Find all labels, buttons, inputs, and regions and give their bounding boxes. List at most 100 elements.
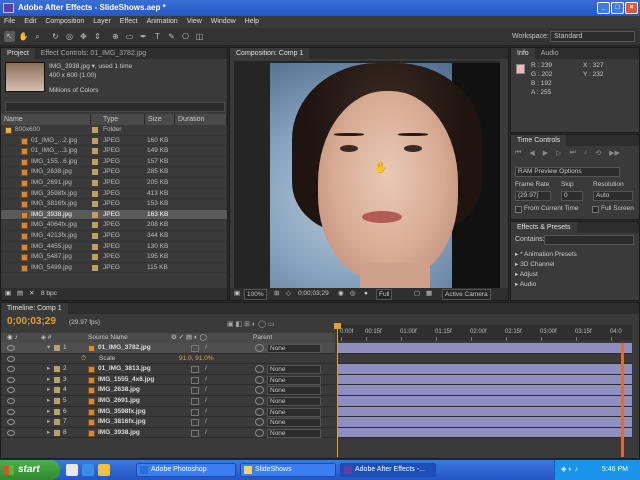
- stopwatch-icon[interactable]: ⏱: [81, 354, 86, 365]
- taskbar-item-slideshows[interactable]: SlideShows: [240, 463, 336, 477]
- selection-tool-icon[interactable]: ↖: [4, 31, 15, 42]
- channel-icon[interactable]: ●: [364, 288, 368, 300]
- quality-switch-icon[interactable]: /: [205, 417, 207, 428]
- quality-switch-icon[interactable]: /: [205, 385, 207, 396]
- twirl-closed-icon[interactable]: ▸: [47, 375, 50, 386]
- first-frame-icon[interactable]: ⏮: [515, 149, 521, 157]
- tab-time-controls[interactable]: Time Controls: [511, 135, 567, 146]
- time-ruler[interactable]: 0:00f 00:15f 01:00f 01:15f 02:00f 02:15f…: [338, 325, 632, 341]
- eye-icon[interactable]: [7, 387, 15, 394]
- project-item-row[interactable]: 01_IMG_...3.jpg JPEG 149 KB: [1, 146, 227, 157]
- timeline-layer-row[interactable]: ▸ 8 IMG_3938.jpg / None: [1, 427, 335, 439]
- label-color-swatch[interactable]: [54, 376, 60, 383]
- previous-frame-icon[interactable]: ◀: [529, 149, 534, 157]
- layer-duration-bar[interactable]: [338, 374, 632, 386]
- tab-timeline[interactable]: Timeline: Comp 1: [1, 303, 68, 314]
- pickwhip-icon[interactable]: [255, 418, 264, 427]
- timeline-layer-row[interactable]: ▸ 2 01_IMG_3813.jpg / None: [1, 364, 335, 375]
- safe-zones-icon[interactable]: ⊞: [274, 288, 279, 300]
- resolution-dropdown[interactable]: Auto: [593, 191, 633, 201]
- type-tool-icon[interactable]: T: [152, 31, 163, 42]
- composition-viewer[interactable]: ✋: [234, 61, 500, 289]
- timeline-layer-row[interactable]: ▸ 7 IMG_3816fx.jpg / None: [1, 417, 335, 428]
- quality-switch-icon[interactable]: /: [205, 343, 207, 354]
- effects-category[interactable]: ▸ Adjust: [515, 270, 538, 278]
- source-name-header[interactable]: Source Name: [88, 333, 128, 343]
- workspace-dropdown[interactable]: Standard: [550, 31, 635, 42]
- new-comp-icon[interactable]: ▤: [17, 288, 23, 300]
- project-folder-row[interactable]: 800x600 Folder: [1, 125, 227, 136]
- skip-dropdown[interactable]: 0: [561, 191, 583, 201]
- layer-name[interactable]: IMG_3598fx.jpg: [98, 407, 146, 418]
- pickwhip-icon[interactable]: [255, 344, 264, 352]
- quality-switch-icon[interactable]: /: [205, 364, 207, 375]
- pan-behind-tool-icon[interactable]: ⊕: [110, 31, 121, 42]
- pickwhip-icon[interactable]: [255, 428, 264, 437]
- brush-tool-icon[interactable]: ✎: [166, 31, 177, 42]
- column-size[interactable]: Size: [145, 114, 175, 125]
- taskbar-item-photoshop[interactable]: Adobe Photoshop: [136, 463, 236, 477]
- tab-effects-presets[interactable]: Effects & Presets: [511, 222, 577, 233]
- label-color-swatch[interactable]: [92, 127, 98, 133]
- zoom-tool-icon[interactable]: ⌕: [32, 31, 43, 42]
- always-preview-icon[interactable]: ▣: [234, 288, 240, 300]
- label-color-swatch[interactable]: [54, 419, 60, 426]
- layer-name[interactable]: IMG_3938.jpg: [98, 428, 140, 439]
- new-folder-icon[interactable]: ▣: [5, 288, 11, 300]
- timeline-layer-row[interactable]: ▸ 5 IMG_2691.jpg / None: [1, 395, 335, 407]
- project-search-input[interactable]: [5, 102, 225, 112]
- menu-help[interactable]: Help: [245, 16, 259, 28]
- project-item-row[interactable]: IMG_3816fx.jpg JPEG 153 KB: [1, 199, 227, 210]
- label-header-icon[interactable]: ◈ #: [41, 333, 51, 343]
- camera-dropdown[interactable]: Active Camera: [442, 289, 491, 300]
- shy-switch[interactable]: [191, 429, 199, 437]
- layer-name[interactable]: 01_IMG_3782.jpg: [98, 343, 151, 354]
- media-player-icon[interactable]: [98, 464, 110, 476]
- parent-dropdown[interactable]: None: [267, 386, 321, 396]
- eye-icon[interactable]: [7, 408, 15, 415]
- parent-header[interactable]: Parent: [253, 333, 272, 343]
- layer-name[interactable]: IMG_2691.jpg: [98, 396, 140, 407]
- pickwhip-icon[interactable]: [255, 386, 264, 395]
- twirl-closed-icon[interactable]: ▸: [47, 396, 50, 407]
- label-color-swatch[interactable]: [54, 429, 60, 436]
- region-of-interest-icon[interactable]: ▢: [414, 288, 420, 300]
- menu-animation[interactable]: Animation: [147, 16, 178, 28]
- shy-switch[interactable]: [191, 366, 199, 374]
- pickwhip-icon[interactable]: [255, 396, 264, 405]
- parent-dropdown[interactable]: None: [267, 375, 321, 385]
- rectangle-mask-tool-icon[interactable]: ▭: [124, 31, 135, 42]
- project-item-row[interactable]: IMG_5499.jpg JPEG 115 KB: [1, 263, 227, 274]
- label-color-swatch[interactable]: [54, 387, 60, 394]
- resolution-dropdown[interactable]: Full: [376, 289, 393, 300]
- track-z-camera-tool-icon[interactable]: ⇕: [92, 31, 103, 42]
- project-item-row[interactable]: IMG_155...6.jpg JPEG 157 KB: [1, 157, 227, 168]
- work-area-end-marker[interactable]: [621, 343, 624, 457]
- layer-duration-bar[interactable]: [338, 427, 632, 439]
- label-color-swatch[interactable]: [92, 264, 98, 271]
- layer-name[interactable]: IMG_1555_4x6.jpg: [98, 375, 154, 386]
- label-color-swatch[interactable]: [92, 232, 98, 239]
- transparency-grid-icon[interactable]: ▦: [426, 288, 432, 300]
- internet-explorer-icon[interactable]: [82, 464, 94, 476]
- layer-duration-bar[interactable]: [338, 417, 632, 428]
- label-color-swatch[interactable]: [54, 345, 60, 351]
- eye-icon[interactable]: [7, 397, 15, 404]
- shy-switch[interactable]: [191, 419, 199, 427]
- column-duration[interactable]: Duration: [175, 114, 227, 125]
- pickwhip-icon[interactable]: [255, 365, 264, 374]
- rotation-tool-icon[interactable]: ↻: [50, 31, 61, 42]
- composition-image[interactable]: ✋: [270, 63, 500, 289]
- tab-audio[interactable]: Audio: [535, 48, 565, 59]
- label-color-swatch[interactable]: [54, 366, 60, 373]
- shy-switch[interactable]: [191, 387, 199, 395]
- layer-name[interactable]: IMG_2638.jpg: [98, 385, 140, 396]
- parent-dropdown[interactable]: None: [267, 396, 321, 406]
- clone-stamp-tool-icon[interactable]: ⎔: [180, 31, 191, 42]
- column-name[interactable]: Name: [1, 114, 91, 125]
- ram-preview-icon[interactable]: ▶▶: [609, 149, 620, 157]
- shy-switch[interactable]: [191, 397, 199, 405]
- pickwhip-icon[interactable]: [255, 407, 264, 416]
- project-item-row[interactable]: IMG_4064fx.jpg JPEG 208 KB: [1, 220, 227, 231]
- effects-search-input[interactable]: [544, 235, 634, 245]
